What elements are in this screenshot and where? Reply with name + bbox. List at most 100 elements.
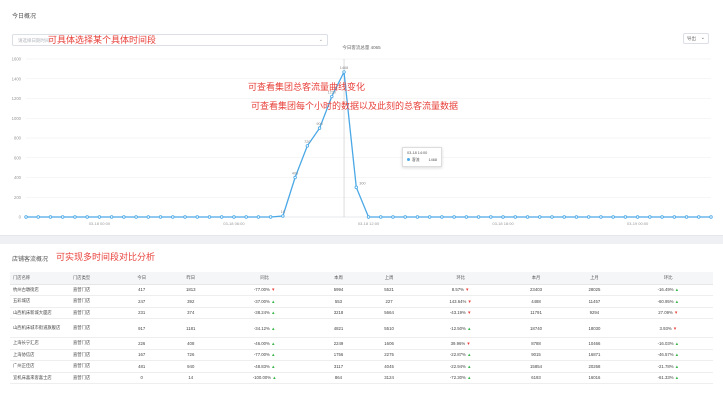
table-cell: 226	[118, 337, 166, 350]
col-header-week-mom[interactable]: 环比	[414, 272, 507, 285]
table-cell: -77.00%	[216, 349, 314, 361]
table-cell: -61.33%	[623, 372, 713, 384]
table-cell: 直营门店	[70, 349, 118, 361]
data-point	[146, 215, 151, 219]
table-row[interactable]: 五彩城店直营门店247392-37.00%553227143.64%448811…	[10, 295, 713, 308]
x-tick-label: 03-18 00:00	[89, 221, 111, 226]
table-cell: 1606	[363, 337, 415, 350]
y-tick-label: 800	[14, 136, 22, 141]
data-point	[623, 215, 628, 219]
table-row[interactable]: 广州正佳店直营门店481940-48.83%31174045-22.94%158…	[10, 360, 713, 373]
annotation-curve: 可查看集团总客流量曲线变化	[248, 82, 366, 92]
table-cell: 0	[118, 372, 166, 384]
store-name-cell: 杭州古墩街店	[10, 284, 70, 296]
table-cell: 8788	[506, 337, 566, 350]
table-cell: 5994	[313, 284, 364, 296]
store-name-cell: 宜机床喜来客喜士店	[10, 372, 70, 384]
table-cell: 864	[313, 372, 364, 384]
series-dot-icon	[407, 158, 410, 161]
y-tick-label: 400	[14, 175, 22, 180]
table-cell: 408	[165, 337, 217, 350]
table-row[interactable]: 杭州古墩街店直营门店4171813-77.00%599455218.57%234…	[10, 284, 713, 296]
data-point	[330, 94, 334, 99]
table-cell: 27.09%	[623, 307, 713, 319]
table-cell: 3.93%	[623, 318, 713, 338]
store-name-cell: 广州正佳店	[10, 360, 70, 373]
table-cell: 16871	[565, 349, 624, 361]
col-header-this-week[interactable]: 本周	[313, 272, 364, 285]
col-header-this-month[interactable]: 本月	[506, 272, 566, 285]
data-point	[660, 215, 664, 219]
table-row[interactable]: 上海长宁汇店直营门店226408-46.00%2249160639.96%878…	[10, 337, 713, 350]
table-body: 杭州古墩街店直营门店4171813-77.00%599455218.57%234…	[10, 284, 713, 384]
col-header-last-week[interactable]: 上周	[363, 272, 415, 285]
table-cell: 4045	[363, 360, 415, 373]
col-header-store-type[interactable]: 门店类型	[70, 272, 118, 285]
col-header-yesterday[interactable]: 昨日	[165, 272, 217, 285]
col-header-month-mom[interactable]: 环比	[623, 272, 713, 285]
data-point	[672, 215, 677, 219]
table-cell: 直营门店	[70, 295, 118, 308]
table-cell: 417	[118, 284, 166, 296]
col-header-today[interactable]: 今日	[118, 272, 166, 285]
data-point	[207, 215, 212, 219]
data-point	[268, 215, 273, 219]
data-label: 900	[316, 122, 322, 126]
table-cell: 143.64%	[414, 295, 507, 308]
data-point	[464, 215, 469, 219]
table-row[interactable]: 山西机床新城大厦店直营门店231374-38.24%32185664-43.19…	[10, 307, 713, 319]
table-cell: 15854	[506, 360, 566, 373]
table-cell: -22.94%	[414, 360, 507, 373]
col-header-store-name[interactable]: 门店名称	[10, 272, 70, 285]
x-tick-label: 03-18 06:00	[223, 221, 245, 226]
table-cell: 20268	[565, 360, 624, 373]
col-header-yoy[interactable]: 同比	[216, 272, 314, 285]
tooltip-series: 客流	[412, 158, 420, 162]
table-cell: 5664	[363, 307, 415, 319]
series-line	[26, 69, 711, 218]
data-point	[244, 215, 248, 219]
table-row[interactable]: 宜机床喜来客喜士店直营门店014-100.00%8643124-72.30%61…	[10, 372, 713, 384]
store-name-cell: 五彩城店	[10, 295, 70, 308]
data-point	[550, 215, 554, 219]
data-label: 300	[359, 181, 365, 185]
table-cell: 2249	[313, 337, 364, 350]
data-point	[440, 215, 444, 219]
annotation-time-select: 可具体选择某个具体时间段	[48, 35, 157, 45]
table-cell: 1756	[313, 349, 364, 361]
data-point	[635, 215, 640, 219]
data-point	[317, 126, 322, 130]
data-point	[513, 215, 517, 219]
table-title: 店铺客流概况	[12, 257, 49, 263]
table-cell: 5521	[363, 284, 415, 296]
y-tick-label: 0	[19, 215, 22, 220]
data-point	[391, 215, 395, 219]
table-header-row: 门店名称 门店类型 今日 昨日 同比 本周 上周 环比 本月 上月 环比	[10, 272, 713, 285]
table-row[interactable]: 上海协信店直营门店167726-77.00%17562275-22.87%901…	[10, 349, 713, 361]
col-header-last-month[interactable]: 上月	[565, 272, 624, 285]
data-point	[599, 215, 603, 219]
data-point	[427, 215, 432, 219]
table-cell: 直营门店	[70, 284, 118, 296]
table-cell: -16.49%	[623, 284, 713, 296]
table-cell: 9015	[506, 349, 566, 361]
table-cell: 374	[165, 307, 217, 319]
table-cell: 9294	[565, 307, 624, 319]
table-cell: 3218	[313, 307, 364, 319]
table-cell: -38.24%	[216, 307, 314, 319]
data-point	[134, 215, 138, 219]
data-point	[73, 215, 77, 219]
table-cell: 直营门店	[70, 337, 118, 350]
chart-tooltip: 03-18 14:00 客流 1468	[402, 147, 442, 167]
store-traffic-table: 门店名称 门店类型 今日 昨日 同比 本周 上周 环比 本月 上月 环比 杭州古…	[10, 272, 713, 384]
data-point	[195, 215, 199, 219]
table-cell: 23403	[506, 284, 566, 296]
data-point	[281, 214, 285, 218]
y-tick-label: 1000	[12, 116, 22, 121]
tooltip-value: 1468	[428, 158, 437, 162]
data-point	[183, 215, 187, 219]
data-point	[60, 215, 65, 219]
table-cell: 5510	[363, 318, 415, 338]
store-name-cell: 上海长宁汇店	[10, 337, 70, 350]
table-row[interactable]: 山西机床城市街道旗舰店直营门店9171181-34.12%48215510-12…	[10, 318, 713, 338]
